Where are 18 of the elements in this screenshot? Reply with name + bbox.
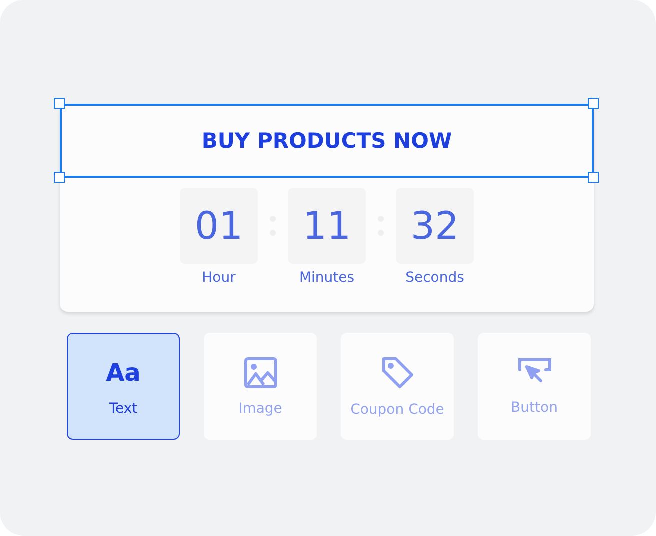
timer-value: 01 (180, 188, 258, 264)
timer-label: Hour (202, 270, 236, 286)
banner-text[interactable]: BUY PRODUCTS NOW (60, 104, 594, 178)
resize-handle[interactable] (588, 98, 599, 109)
image-icon (244, 356, 278, 388)
tag-icon (380, 356, 414, 390)
timer-label: Seconds (406, 270, 464, 286)
element-tile[interactable]: Aa Text (67, 333, 180, 440)
timer-label: Minutes (299, 270, 355, 286)
resize-handle[interactable] (588, 172, 599, 183)
timer-value: 32 (396, 188, 474, 264)
element-tile[interactable]: Image (204, 333, 317, 440)
text-glyph: Aa (106, 358, 141, 388)
timer-value: 11 (288, 188, 366, 264)
element-tile[interactable]: Coupon Code (341, 333, 454, 440)
resize-handle[interactable] (54, 172, 65, 183)
resize-handle[interactable] (54, 98, 65, 109)
element-tile[interactable]: Button (478, 333, 591, 440)
